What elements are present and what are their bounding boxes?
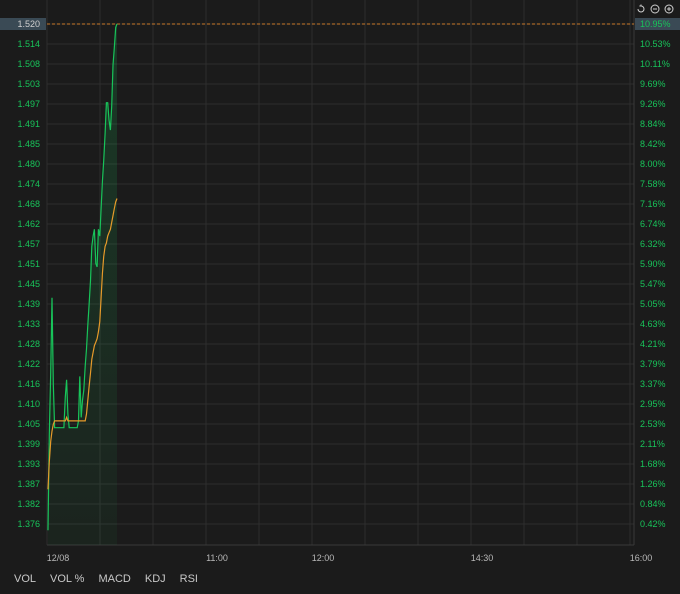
y-right-tick-label: 8.00%: [640, 159, 666, 169]
tab-rsi[interactable]: RSI: [180, 573, 198, 585]
y-left-tick-label: 1.508: [17, 59, 40, 69]
y-right-tick-label: 0.42%: [640, 519, 666, 529]
y-right-tick-label: 2.53%: [640, 419, 666, 429]
y-left-tick-label: 1.439: [17, 299, 40, 309]
y-left-tick-label: 1.485: [17, 139, 40, 149]
y-right-tick-label: 9.69%: [640, 79, 666, 89]
y-left-tick-label: 1.376: [17, 519, 40, 529]
y-left-tick-label: 1.514: [17, 39, 40, 49]
zoom-in-icon[interactable]: [664, 4, 674, 14]
tab-vol[interactable]: VOL: [14, 573, 36, 585]
y-left-tick-label: 1.410: [17, 399, 40, 409]
y-right-tick-label: 5.47%: [640, 279, 666, 289]
y-right-tick-label: 8.42%: [640, 139, 666, 149]
y-right-tick-label: 5.90%: [640, 259, 666, 269]
y-left-tick-label: 1.387: [17, 479, 40, 489]
y-right-tick-label: 2.11%: [640, 439, 665, 449]
y-left-tick-label: 1.491: [17, 119, 40, 129]
current-price-label: 1.520: [17, 19, 40, 29]
tab-macd[interactable]: MACD: [98, 573, 130, 585]
y-right-tick-label: 2.95%: [640, 399, 666, 409]
y-right-tick-label: 10.53%: [640, 39, 671, 49]
tab-kdj[interactable]: KDJ: [145, 573, 166, 585]
y-right-tick-label: 3.37%: [640, 379, 666, 389]
y-right-tick-label: 3.79%: [640, 359, 666, 369]
y-left-tick-label: 1.497: [17, 99, 40, 109]
y-right-tick-label: 0.84%: [640, 499, 666, 509]
y-right-tick-label: 4.21%: [640, 339, 666, 349]
y-right-tick-label: 1.26%: [640, 479, 666, 489]
price-chart[interactable]: 1.514 1.508 1.503 1.497 1.491 1.485 1.480 1.474…: [0, 0, 680, 594]
y-left-tick-label: 1.468: [17, 199, 40, 209]
tab-vol-percent[interactable]: VOL %: [50, 573, 84, 585]
y-left-tick-label: 1.457: [17, 239, 40, 249]
y-left-tick-label: 1.503: [17, 79, 40, 89]
y-right-tick-label: 10.11%: [640, 59, 670, 69]
y-right-tick-label: 6.32%: [640, 239, 666, 249]
current-pct-label: 10.95%: [640, 19, 671, 29]
y-left-tick-label: 1.433: [17, 319, 40, 329]
y-left-tick-label: 1.393: [17, 459, 40, 469]
y-right-tick-label: 9.26%: [640, 99, 666, 109]
y-left-tick-label: 1.428: [17, 339, 40, 349]
y-right-tick-label: 6.74%: [640, 219, 666, 229]
y-left-tick-label: 1.405: [17, 419, 40, 429]
zoom-out-icon[interactable]: [650, 4, 660, 14]
y-right-tick-label: 1.68%: [640, 459, 666, 469]
plot-area: [47, 0, 634, 545]
y-left-tick-label: 1.462: [17, 219, 40, 229]
x-tick-label: 12:00: [312, 553, 335, 563]
y-left-tick-label: 1.474: [17, 179, 40, 189]
y-left-tick-label: 1.422: [17, 359, 40, 369]
x-tick-label: 12/08: [47, 553, 70, 563]
y-left-tick-label: 1.416: [17, 379, 40, 389]
y-left-tick-label: 1.480: [17, 159, 40, 169]
y-left-tick-label: 1.451: [17, 259, 40, 269]
y-right-tick-label: 7.58%: [640, 179, 666, 189]
y-left-tick-label: 1.382: [17, 499, 40, 509]
y-right-tick-label: 5.05%: [640, 299, 666, 309]
x-tick-label: 16:00: [630, 553, 653, 563]
y-right-tick-label: 7.16%: [640, 199, 666, 209]
y-right-tick-label: 4.63%: [640, 319, 666, 329]
x-tick-label: 14:30: [471, 553, 494, 563]
y-left-tick-label: 1.399: [17, 439, 40, 449]
reset-icon[interactable]: [636, 4, 646, 14]
x-tick-label: 11:00: [206, 553, 228, 563]
indicator-tabs: VOL VOL % MACD KDJ RSI: [14, 573, 198, 585]
y-left-tick-label: 1.445: [17, 279, 40, 289]
y-right-tick-label: 8.84%: [640, 119, 666, 129]
